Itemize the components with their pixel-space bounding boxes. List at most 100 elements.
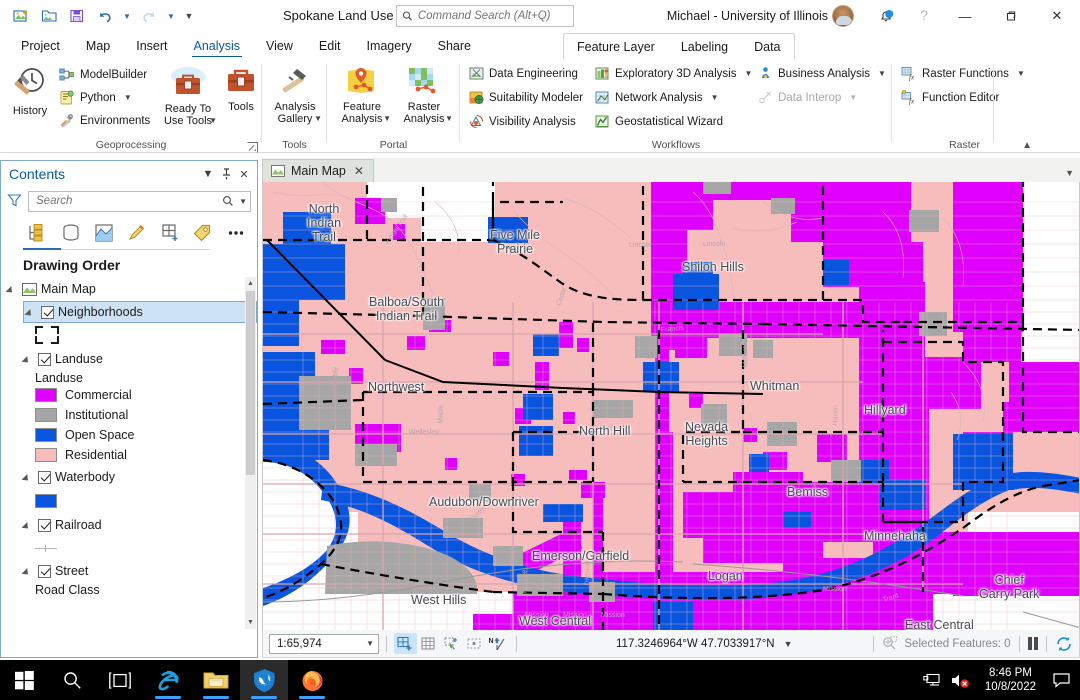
legend-item-waterbody[interactable] <box>1 489 257 513</box>
close-map-tab-icon[interactable]: ✕ <box>352 164 366 178</box>
geostatistical-wizard-button[interactable]: Geostatistical Wizard <box>592 111 726 132</box>
coordinate-system-dropdown-icon[interactable]: ▼ <box>784 639 793 649</box>
raster-analysis-dropdown-icon[interactable]: ▼ <box>445 114 453 123</box>
pause-drawing-button[interactable] <box>1027 637 1038 650</box>
exploratory-3d-analysis-button[interactable]: Exploratory 3D Analysis ▼ <box>592 63 755 84</box>
undo-dropdown-icon[interactable]: ▼ <box>120 4 134 28</box>
function-editor-button[interactable]: fx Function Editor <box>898 87 1002 108</box>
avatar[interactable] <box>832 5 854 27</box>
toc-item-neighborhoods[interactable]: Neighborhoods <box>23 301 257 323</box>
feature-analysis-button[interactable]: Feature Analysis ▼ <box>333 63 391 127</box>
network-icon[interactable] <box>919 660 947 700</box>
tab-share[interactable]: Share <box>425 34 484 59</box>
contents-search-box[interactable]: ▼ <box>28 190 251 212</box>
volume-muted-icon[interactable] <box>947 660 975 700</box>
list-by-data-source-icon[interactable] <box>56 218 87 248</box>
layer-visibility-checkbox-waterbody[interactable] <box>38 470 51 484</box>
close-button[interactable]: ✕ <box>1034 0 1080 32</box>
layer-visibility-checkbox-street[interactable] <box>38 564 51 578</box>
tools-button[interactable]: Tools <box>222 63 260 115</box>
list-by-selection-icon[interactable] <box>89 218 120 248</box>
raster-functions-dropdown-icon[interactable]: ▼ <box>1017 69 1025 78</box>
legend-item-commercial[interactable]: Commercial <box>1 385 257 405</box>
save-project-icon[interactable] <box>64 4 90 28</box>
list-by-drawing-order-icon[interactable] <box>23 218 54 248</box>
redo-icon[interactable] <box>136 4 162 28</box>
scrollbar-thumb[interactable] <box>246 291 255 475</box>
task-view-icon[interactable] <box>96 660 144 700</box>
expand-arrow-icon[interactable] <box>23 472 34 483</box>
firefox-icon[interactable] <box>288 660 336 700</box>
legend-item-residential[interactable]: Residential <box>1 445 257 465</box>
tab-map[interactable]: Map <box>73 34 123 59</box>
list-by-labeling-icon[interactable] <box>187 218 218 248</box>
scroll-up-icon[interactable]: ▲ <box>245 277 256 290</box>
expand-arrow-icon[interactable] <box>23 354 34 365</box>
tab-analysis[interactable]: Analysis <box>181 34 254 59</box>
customize-quick-access-icon[interactable]: ▼ <box>180 4 198 28</box>
vertices-icon[interactable] <box>463 633 486 654</box>
python-dropdown-icon[interactable]: ▼ <box>124 93 132 102</box>
taskbar-clock[interactable]: 8:46 PM 10/8/2022 <box>975 666 1046 694</box>
minimize-button[interactable]: — <box>942 0 988 32</box>
toc-item-waterbody[interactable]: Waterbody <box>1 465 257 489</box>
analysis-gallery-dropdown-icon[interactable]: ▼ <box>314 114 322 123</box>
tab-insert[interactable]: Insert <box>123 34 180 59</box>
start-button[interactable] <box>0 660 48 700</box>
refresh-button[interactable] <box>1055 636 1073 652</box>
toc-item-landuse[interactable]: Landuse <box>1 347 257 371</box>
more-options-icon[interactable] <box>220 218 251 248</box>
pin-icon[interactable] <box>217 165 235 183</box>
tab-project[interactable]: Project <box>8 34 73 59</box>
help-button[interactable]: ? <box>920 7 928 23</box>
layer-visibility-checkbox-neighborhoods[interactable] <box>41 305 54 319</box>
map-scale-selector[interactable]: 1:65,974 ▼ <box>269 633 379 654</box>
tab-imagery[interactable]: Imagery <box>353 34 424 59</box>
notifications-bell-icon[interactable] <box>876 6 896 26</box>
command-search-input[interactable] <box>417 10 568 22</box>
map-tab-main-map[interactable]: Main Map ✕ <box>262 159 374 182</box>
notification-icon[interactable] <box>1046 660 1076 700</box>
business-analysis-dropdown-icon[interactable]: ▼ <box>878 69 886 78</box>
legend-item-open-space[interactable]: Open Space <box>1 425 257 445</box>
suitability-modeler-button[interactable]: Suitability Modeler <box>466 87 586 108</box>
data-engineering-button[interactable]: Data Engineering <box>466 63 581 84</box>
expand-arrow-icon[interactable] <box>23 520 34 531</box>
visibility-analysis-button[interactable]: Visibility Analysis <box>466 111 579 132</box>
scroll-down-icon[interactable]: ▼ <box>245 616 256 629</box>
network-analysis-button[interactable]: Network Analysis ▼ <box>592 87 721 108</box>
open-project-icon[interactable] <box>36 4 62 28</box>
collapse-ribbon-icon[interactable]: ▲ <box>1022 140 1032 151</box>
new-project-icon[interactable] <box>8 4 34 28</box>
tab-feature-layer[interactable]: Feature Layer <box>564 35 668 59</box>
tab-view[interactable]: View <box>253 34 306 59</box>
history-button[interactable]: History <box>4 63 56 119</box>
tab-labeling[interactable]: Labeling <box>668 35 741 59</box>
modelbuilder-button[interactable]: ModelBuilder <box>56 64 150 85</box>
arcgis-pro-icon[interactable] <box>240 660 288 700</box>
layer-visibility-checkbox-landuse[interactable] <box>38 352 51 366</box>
file-explorer-icon[interactable] <box>192 660 240 700</box>
list-by-snapping-icon[interactable] <box>154 218 185 248</box>
toc-item-main-map[interactable]: Main Map <box>1 277 257 301</box>
scale-dropdown-icon[interactable]: ▼ <box>366 639 374 648</box>
add-grid-icon[interactable] <box>394 633 417 654</box>
business-analysis-button[interactable]: Business Analysis ▼ <box>755 63 889 84</box>
contents-menu-icon[interactable]: ▼ <box>199 165 217 183</box>
expand-arrow-icon[interactable] <box>23 566 34 577</box>
filter-icon[interactable] <box>7 193 23 209</box>
environments-button[interactable]: Environments <box>56 110 153 131</box>
grid-icon[interactable] <box>417 633 440 654</box>
undo-icon[interactable] <box>92 4 118 28</box>
north-arrow-icon[interactable]: N <box>486 633 509 654</box>
legend-item-institutional[interactable]: Institutional <box>1 405 257 425</box>
layer-visibility-checkbox-railroad[interactable] <box>38 518 51 532</box>
raster-analysis-button[interactable]: Raster Analysis ▼ <box>395 63 453 127</box>
close-contents-icon[interactable]: ✕ <box>235 165 253 183</box>
toc-item-street[interactable]: Street <box>1 559 257 583</box>
command-search-box[interactable] <box>396 5 574 27</box>
python-button[interactable]: Python ▼ <box>56 87 135 108</box>
ready-to-use-tools-button[interactable]: Ready To Use Tools ▼ <box>158 63 218 129</box>
raster-functions-button[interactable]: fx Raster Functions ▼ <box>898 63 1028 84</box>
select-graphics-icon[interactable] <box>440 633 463 654</box>
